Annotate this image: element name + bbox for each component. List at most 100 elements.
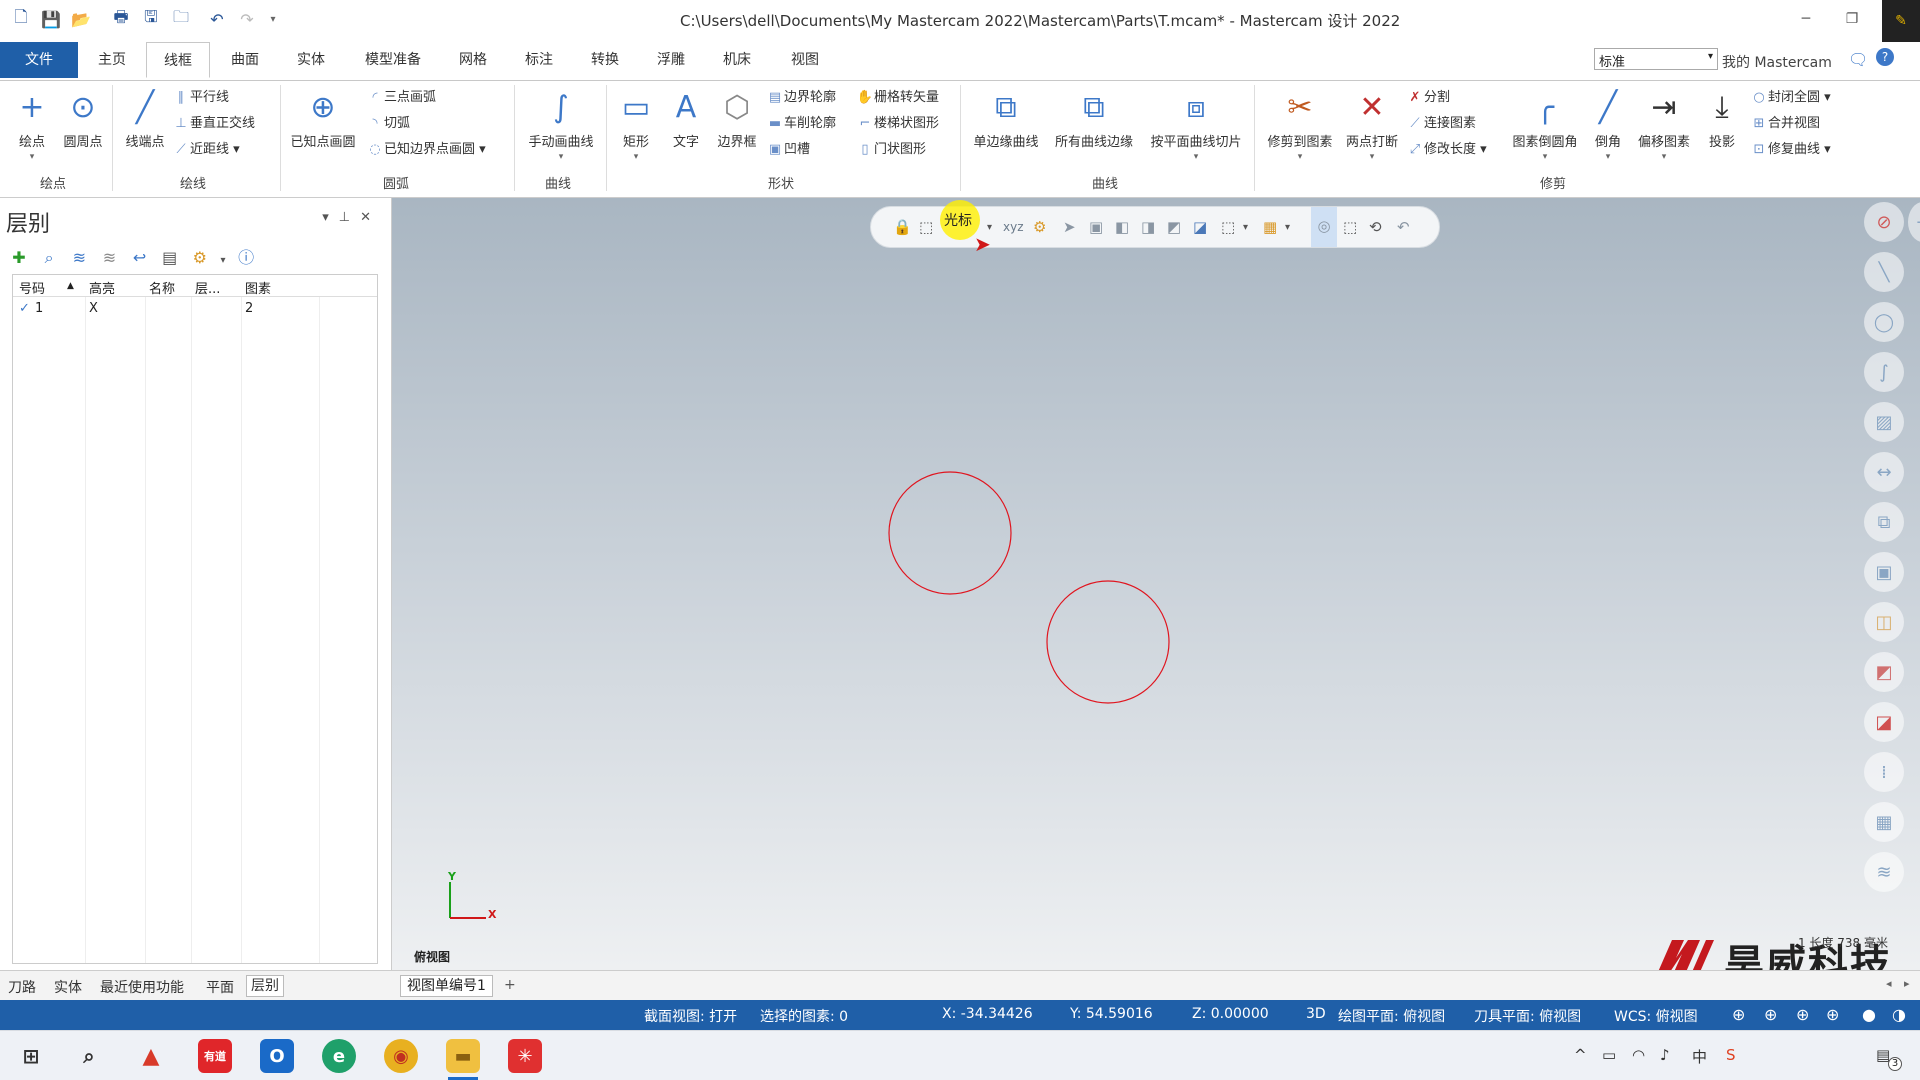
column-header[interactable]: 高亮: [89, 278, 115, 297]
tab-home[interactable]: 主页: [90, 42, 134, 78]
redo-icon[interactable]: ↷: [236, 8, 258, 30]
pointer-icon[interactable]: ➤: [1063, 218, 1076, 236]
outlook-icon[interactable]: O: [260, 1039, 294, 1073]
join-entities-button[interactable]: ⟋ 连接图素: [1406, 113, 1476, 135]
divide-button[interactable]: ✗ 分割: [1406, 87, 1450, 109]
comment-icon[interactable]: 🗨: [1848, 50, 1868, 69]
all-edges-curve-button[interactable]: ⧉ 所有曲线边缘: [1046, 87, 1142, 151]
select-body-icon[interactable]: ◩: [1167, 218, 1181, 236]
selection-mode-label[interactable]: 光标: [944, 210, 972, 230]
circle-geometry[interactable]: [1046, 580, 1170, 704]
scroll-left-icon[interactable]: ◂: [1886, 977, 1892, 990]
line-endpoints-button[interactable]: ╱ 线端点: [118, 87, 172, 151]
restore-icon[interactable]: ❐: [1832, 4, 1872, 34]
boundary-profile-button[interactable]: ▤ 边界轮廓: [766, 87, 836, 109]
select-edge-icon[interactable]: ◨: [1141, 218, 1155, 236]
solid-tool-icon[interactable]: ▣: [1864, 552, 1904, 592]
dimension-tool-icon[interactable]: ↔: [1864, 452, 1904, 492]
circle-center-button[interactable]: ⊕ 已知点画圆: [286, 87, 360, 151]
line-tool-icon[interactable]: ╲: [1864, 252, 1904, 292]
select-face-icon[interactable]: ◧: [1115, 218, 1129, 236]
no-entry-icon[interactable]: ⊘: [1864, 202, 1904, 242]
tangent-arc-button[interactable]: ◝ 切弧: [366, 113, 410, 135]
file-explorer-icon[interactable]: ▬: [446, 1039, 480, 1073]
config-select[interactable]: 标准 ▾: [1594, 48, 1718, 70]
rectangle-button[interactable]: ▭ 矩形 ▾: [614, 87, 658, 163]
select-solid-icon[interactable]: ▣: [1089, 218, 1103, 236]
door-shape-button[interactable]: ▯ 门状图形: [856, 139, 926, 161]
save-icon[interactable]: 💾: [40, 8, 62, 30]
window-select-icon[interactable]: ▦: [1263, 218, 1277, 236]
parallel-line-button[interactable]: ∥ 平行线: [172, 87, 229, 109]
red-box-icon[interactable]: ◪: [1864, 702, 1904, 742]
level-highlight[interactable]: X: [89, 301, 98, 316]
globe-icon[interactable]: ⊕: [1764, 1005, 1777, 1024]
fillet-entities-button[interactable]: ╭ 图素倒圆角 ▾: [1504, 87, 1586, 163]
circle-geometry[interactable]: [888, 471, 1012, 595]
tplane-status[interactable]: 刀具平面: 俯视图: [1474, 1006, 1581, 1026]
wcs-status[interactable]: WCS: 俯视图: [1614, 1006, 1698, 1026]
volume-icon[interactable]: ♪: [1660, 1046, 1670, 1064]
app-snowflake-icon[interactable]: ✳: [508, 1039, 542, 1073]
section-view-status[interactable]: 截面视图: 打开: [644, 1006, 737, 1026]
tab-surfaces[interactable]: 曲面: [222, 42, 268, 78]
list-icon[interactable]: ▤: [157, 248, 183, 267]
three-point-arc-button[interactable]: ◜ 三点画弧: [366, 87, 436, 109]
customize-dropdown-icon[interactable]: ▾: [262, 8, 284, 30]
chamfer-button[interactable]: ╱ 倒角 ▾: [1588, 87, 1628, 163]
edge-point-circle-button[interactable]: ◌ 已知边界点画圆 ▾: [366, 139, 485, 161]
tray-device-icon[interactable]: ▭: [1602, 1046, 1616, 1064]
levels-tool-icon[interactable]: ≋: [1864, 852, 1904, 892]
selection-mode-icon[interactable]: ⬚: [919, 218, 933, 236]
add-icon[interactable]: ✚: [6, 248, 32, 267]
repair-curve-button[interactable]: ⊡ 修复曲线 ▾: [1750, 139, 1831, 161]
manual-spline-button[interactable]: ∫ 手动画曲线 ▾: [522, 87, 600, 163]
layers-gray-icon[interactable]: ≋: [96, 248, 122, 267]
cube-tool-icon[interactable]: ◫: [1864, 602, 1904, 642]
turn-profile-button[interactable]: ▬ 车削轮廓: [766, 113, 836, 135]
column-header[interactable]: 层...: [195, 278, 220, 297]
spline-tool-icon[interactable]: ∫: [1864, 352, 1904, 392]
tab-planes[interactable]: 平面: [206, 977, 234, 997]
select-all-icon[interactable]: ◎: [1311, 207, 1337, 247]
add-sheet-button[interactable]: +: [504, 977, 516, 993]
split-tool-icon[interactable]: ⁞: [1864, 752, 1904, 792]
xyz-input-icon[interactable]: xyz: [1003, 220, 1024, 234]
youdao-icon[interactable]: 有道: [198, 1039, 232, 1073]
globe-icon[interactable]: ⊕: [1826, 1005, 1839, 1024]
stair-shape-button[interactable]: ⌐ 楼梯状图形: [856, 113, 939, 135]
undo-selection-icon[interactable]: ↶: [1397, 218, 1410, 236]
graphics-viewport[interactable]: 🔒 ⬚ ▾ xyz ⚙ ➤ ▣ ◧ ◨ ◩ ◪ ⬚ ▾ ▦ ▾ ◎ ⬚ ⟲ ↶ …: [392, 198, 1920, 970]
close-arc-button[interactable]: ○ 封闭全圆 ▾: [1750, 87, 1830, 109]
single-edge-curve-button[interactable]: ⧉ 单边缘曲线: [966, 87, 1046, 151]
app-triangle-icon[interactable]: ▲: [134, 1039, 168, 1073]
gear-icon[interactable]: ⚙: [187, 248, 213, 267]
scroll-right-icon[interactable]: ▸: [1904, 977, 1910, 990]
merge-views-button[interactable]: ⊞ 合并视图: [1750, 113, 1820, 135]
column-header[interactable]: 图素: [245, 278, 271, 297]
cplane-status[interactable]: 绘图平面: 俯视图: [1338, 1006, 1445, 1026]
tab-file[interactable]: 文件: [0, 42, 78, 78]
bounding-box-button[interactable]: ⬡ 边界框: [710, 87, 764, 151]
point-button[interactable]: + 绘点 ▾: [10, 87, 54, 163]
grid-vector-button[interactable]: ✋栅格转矢量: [856, 87, 939, 109]
tab-relief[interactable]: 浮雕: [648, 42, 694, 78]
wifi-icon[interactable]: ◠: [1632, 1046, 1645, 1064]
reset-icon[interactable]: ↩: [127, 248, 153, 267]
tab-levels[interactable]: 层别: [246, 975, 284, 997]
pin-icon[interactable]: ⊥: [339, 210, 360, 225]
edge-icon[interactable]: e: [322, 1039, 356, 1073]
tab-solids-manager[interactable]: 实体: [54, 977, 82, 997]
two-point-break-button[interactable]: ✕ 两点打断 ▾: [1340, 87, 1404, 163]
tab-transform[interactable]: 转换: [582, 42, 628, 78]
search-icon[interactable]: ⌕: [36, 248, 62, 268]
trim-to-entities-button[interactable]: ✂ 修剪到图素 ▾: [1260, 87, 1340, 163]
print-icon[interactable]: 🖶: [110, 7, 132, 30]
sphere-shaded-icon[interactable]: ◑: [1892, 1005, 1906, 1024]
groove-button[interactable]: ▣ 凹槽: [766, 139, 810, 161]
minimize-icon[interactable]: ─: [1786, 4, 1826, 34]
sogou-icon[interactable]: S: [1726, 1046, 1736, 1064]
mode-toggle[interactable]: 3D: [1306, 1006, 1326, 1022]
chevron-down-icon[interactable]: ▾: [1285, 222, 1290, 233]
new-file-icon[interactable]: 🗋: [10, 7, 32, 30]
